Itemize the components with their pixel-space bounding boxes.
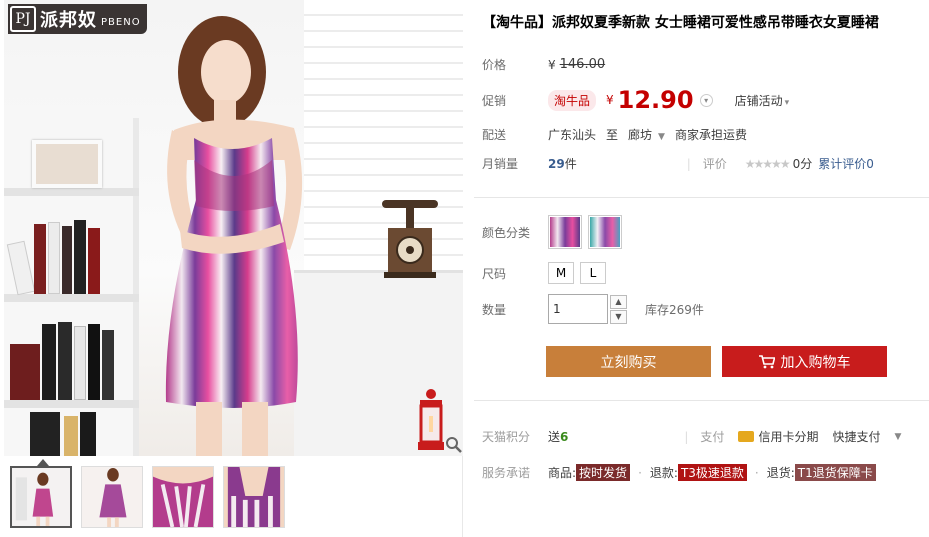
promo-price: 12.90 [617,86,694,114]
color-label: 颜色分类 [482,225,531,240]
price-label: 价格 [482,58,507,72]
thumbnail-4[interactable] [223,466,285,528]
shop-activity-link[interactable]: 店铺活动 ▾ [735,92,790,109]
main-product-image[interactable]: PJ 派邦奴 PBENO [4,0,463,456]
sales-row: 月销量 29 件 | 评价 ★★★★★ 0分 累计评价0 [482,155,874,172]
brand-name-cn: 派邦奴 [40,10,97,31]
return-tag[interactable]: T1退货保障卡 [794,464,876,481]
monthly-sales-label: 月销量 [482,157,519,171]
section-divider [474,400,929,401]
destination-city: 廊坊 [628,128,653,142]
shelf-board [4,294,139,302]
vintage-phone-decor [382,200,438,278]
ship-from: 广东汕头 [548,128,597,142]
goods-label: 商品: [548,466,577,480]
refund-tag[interactable]: T3极速退款 [677,464,747,481]
points-label: 天猫积分 [482,430,531,444]
decrease-icon[interactable]: ▼ [610,309,627,324]
buy-now-button[interactable]: 立刻购买 [546,346,711,377]
quantity-row: 数量 1 ▲ ▼ 库存269件 [482,294,704,324]
color-swatch-1[interactable] [548,215,582,249]
rating-stars-icon: ★★★★★ [744,156,791,171]
monthly-sales-count: 29 [548,156,565,171]
product-title: 【淘牛品】派邦奴夏季新款 女士睡裙可爱性感吊带睡衣女夏睡裙 [482,15,879,31]
brand-logo: PJ 派邦奴 PBENO [8,4,147,34]
rating-label: 评价 [702,157,727,171]
add-to-cart-button[interactable]: 加入购物车 [722,346,887,377]
size-label: 尺码 [482,266,507,281]
promo-label: 促销 [482,93,507,108]
original-price: 146.00 [559,57,606,72]
return-label: 退货: [766,466,795,480]
caret-down-icon[interactable]: ▼ [894,432,901,442]
shipping-row: 配送 广东汕头 至 廊坊 ▼ 商家承担运费 [482,126,747,143]
shipping-fee-note: 商家承担运费 [674,128,747,142]
points-row: 天猫积分 送 6 | 支付 信用卡分期 快捷支付 ▼ [482,428,901,445]
goods-tag[interactable]: 按时发货 [576,464,631,481]
credit-card-icon [738,431,755,442]
chevron-down-icon: ▾ [784,97,790,108]
thumbnail-2[interactable] [81,466,143,528]
color-row: 颜色分类 [482,215,628,249]
photo-frame [32,140,102,188]
quick-pay-label: 快捷支付 [832,430,881,444]
rating-score: 0分 [792,157,813,171]
credit-installment-label: 信用卡分期 [758,430,819,444]
thumbnail-strip [10,466,285,528]
promo-row: 促销 淘牛品 ¥ 12.90 ▾ 店铺活动 ▾ [482,86,789,114]
shelf-board [4,400,139,408]
brand-name-en: PBENO [101,16,141,28]
promo-tag: 淘牛品 [548,89,597,111]
size-option-l[interactable]: L [580,262,606,284]
red-lantern-decor [418,389,444,450]
model-wearing-dress [165,16,303,456]
thumbnail-3[interactable] [152,466,214,528]
monthly-sales-unit: 件 [564,157,577,171]
quantity-label: 数量 [482,302,507,317]
service-label: 服务承诺 [482,466,531,480]
price-currency: ¥ [548,57,556,72]
chevron-down-icon[interactable]: ▾ [699,93,713,107]
caret-down-icon: ▼ [658,132,665,142]
thumbnail-1[interactable] [10,466,72,528]
credit-installment[interactable]: 信用卡分期 [738,428,818,445]
zoom-icon[interactable] [445,436,463,454]
color-swatch-2[interactable] [588,215,622,249]
section-divider [474,197,929,198]
divider: | [686,156,691,171]
size-row: 尺码 M L [482,262,612,284]
quantity-stepper: ▲ ▼ [610,294,627,324]
dot-separator: · [638,465,642,480]
size-option-m[interactable]: M [548,262,574,284]
shelf-board [4,188,139,196]
ship-to-word: 至 [606,128,619,142]
quantity-input[interactable]: 1 [548,294,608,324]
image-gallery: PJ 派邦奴 PBENO [0,0,463,537]
pay-label: 支付 [700,430,725,444]
shop-activity-label: 店铺活动 [734,93,783,108]
shipping-label: 配送 [482,128,507,142]
total-reviews-link[interactable]: 累计评价0 [818,155,874,172]
add-to-cart-label: 加入购物车 [780,354,851,371]
promo-currency: ¥ [606,93,614,107]
price-row: 价格 ¥ 146.00 [482,56,605,73]
dot-separator: · [754,465,759,480]
buy-now-label: 立刻购买 [600,354,657,371]
increase-icon[interactable]: ▲ [610,294,627,309]
points-give: 送 [548,430,561,444]
cart-icon [758,354,775,368]
points-amount: 6 [560,429,569,444]
destination-select[interactable]: 廊坊 ▼ [628,126,665,143]
active-thumb-indicator [37,459,49,466]
service-row: 服务承诺 商品: 按时发货 · 退款: T3极速退款 · 退货: T1退货保障卡 [482,464,876,481]
refund-label: 退款: [649,466,678,480]
brand-logo-mark: PJ [10,6,36,32]
stock-text: 库存269件 [645,302,704,317]
divider: | [684,429,689,444]
